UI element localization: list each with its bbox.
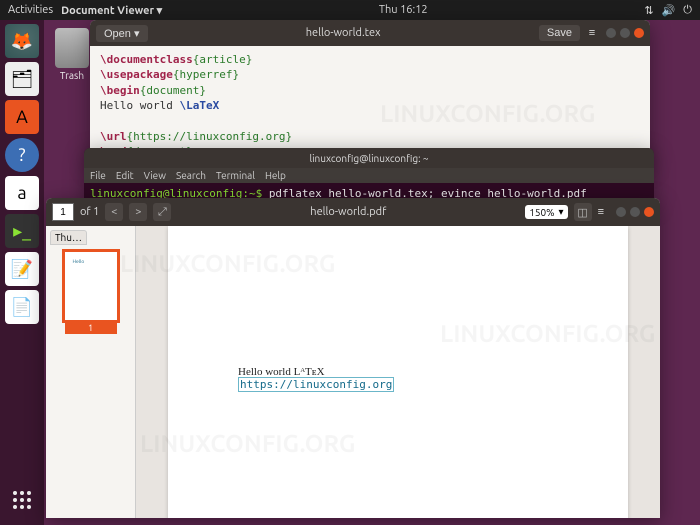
software-icon[interactable]: A <box>5 100 39 134</box>
trash[interactable]: Trash <box>55 28 89 81</box>
power-icon[interactable]: ⏻ <box>683 4 692 17</box>
trash-icon <box>55 28 89 68</box>
sidebar-thumbnails: Thu… Hello 1 <box>46 226 136 518</box>
trash-label: Trash <box>55 70 89 81</box>
thumbnail[interactable]: Hello 1 <box>62 249 120 323</box>
zoom-fit-icon[interactable]: ⤢ <box>153 203 171 221</box>
window-text-editor: Open ▾ hello-world.tex Save ≡ \documentc… <box>90 20 650 166</box>
terminal-icon[interactable]: ▸_ <box>5 214 39 248</box>
sound-icon[interactable]: 🔊 <box>662 4 676 17</box>
window-pdf-viewer: of 1 < > ⤢ hello-world.pdf 150%▾ ◫ ≡ Thu… <box>46 198 660 518</box>
thumb-page-number: 1 <box>65 322 117 334</box>
sidebar-tab[interactable]: Thu… <box>50 230 87 245</box>
menu-view[interactable]: View <box>144 170 166 181</box>
maximize-icon[interactable] <box>620 28 630 38</box>
pdf-page-area[interactable]: Hello world LᴬTᴇX https://linuxconfig.or… <box>136 226 660 518</box>
close-icon[interactable] <box>634 28 644 38</box>
hamburger-icon[interactable]: ≡ <box>584 25 600 41</box>
bookmark-icon[interactable]: ◫ <box>574 203 592 221</box>
next-page-button[interactable]: > <box>129 203 147 221</box>
maximize-icon[interactable] <box>630 207 640 217</box>
launcher: 🦊 🗂 A ? a ▸_ 📝 📄 <box>0 20 44 525</box>
gedit-icon[interactable]: 📝 <box>5 252 39 286</box>
menu-file[interactable]: File <box>90 170 106 181</box>
save-button[interactable]: Save <box>539 25 580 41</box>
menu-terminal[interactable]: Terminal <box>216 170 255 181</box>
menu-search[interactable]: Search <box>176 170 206 181</box>
page-of: of 1 <box>80 206 99 218</box>
files-icon[interactable]: 🗂 <box>5 62 39 96</box>
minimize-icon[interactable] <box>616 207 626 217</box>
amazon-icon[interactable]: a <box>5 176 39 210</box>
menu-help[interactable]: Help <box>265 170 286 181</box>
zoom-select[interactable]: 150%▾ <box>525 205 567 219</box>
help-icon[interactable]: ? <box>5 138 39 172</box>
terminal-title: linuxconfig@linuxconfig: ~ <box>84 148 654 168</box>
app-menu[interactable]: Document Viewer ▾ <box>61 4 162 17</box>
evince-icon[interactable]: 📄 <box>5 290 39 324</box>
close-icon[interactable] <box>644 207 654 217</box>
editor-title: hello-world.tex <box>148 27 539 39</box>
menu-edit[interactable]: Edit <box>116 170 134 181</box>
firefox-icon[interactable]: 🦊 <box>5 24 39 58</box>
open-button[interactable]: Open ▾ <box>96 25 148 42</box>
clock: Thu 16:12 <box>162 4 644 16</box>
pdf-link[interactable]: https://linuxconfig.org <box>238 377 394 392</box>
prev-page-button[interactable]: < <box>105 203 123 221</box>
activities[interactable]: Activities <box>8 4 53 17</box>
network-icon[interactable]: ⇅ <box>644 4 653 17</box>
minimize-icon[interactable] <box>606 28 616 38</box>
show-apps-icon[interactable] <box>5 483 39 517</box>
pdf-title: hello-world.pdf <box>177 206 519 218</box>
page-input[interactable] <box>52 203 74 221</box>
hamburger-icon[interactable]: ≡ <box>598 206 604 218</box>
terminal-menubar[interactable]: File Edit View Search Terminal Help <box>84 168 654 183</box>
window-terminal: linuxconfig@linuxconfig: ~ File Edit Vie… <box>84 148 654 204</box>
